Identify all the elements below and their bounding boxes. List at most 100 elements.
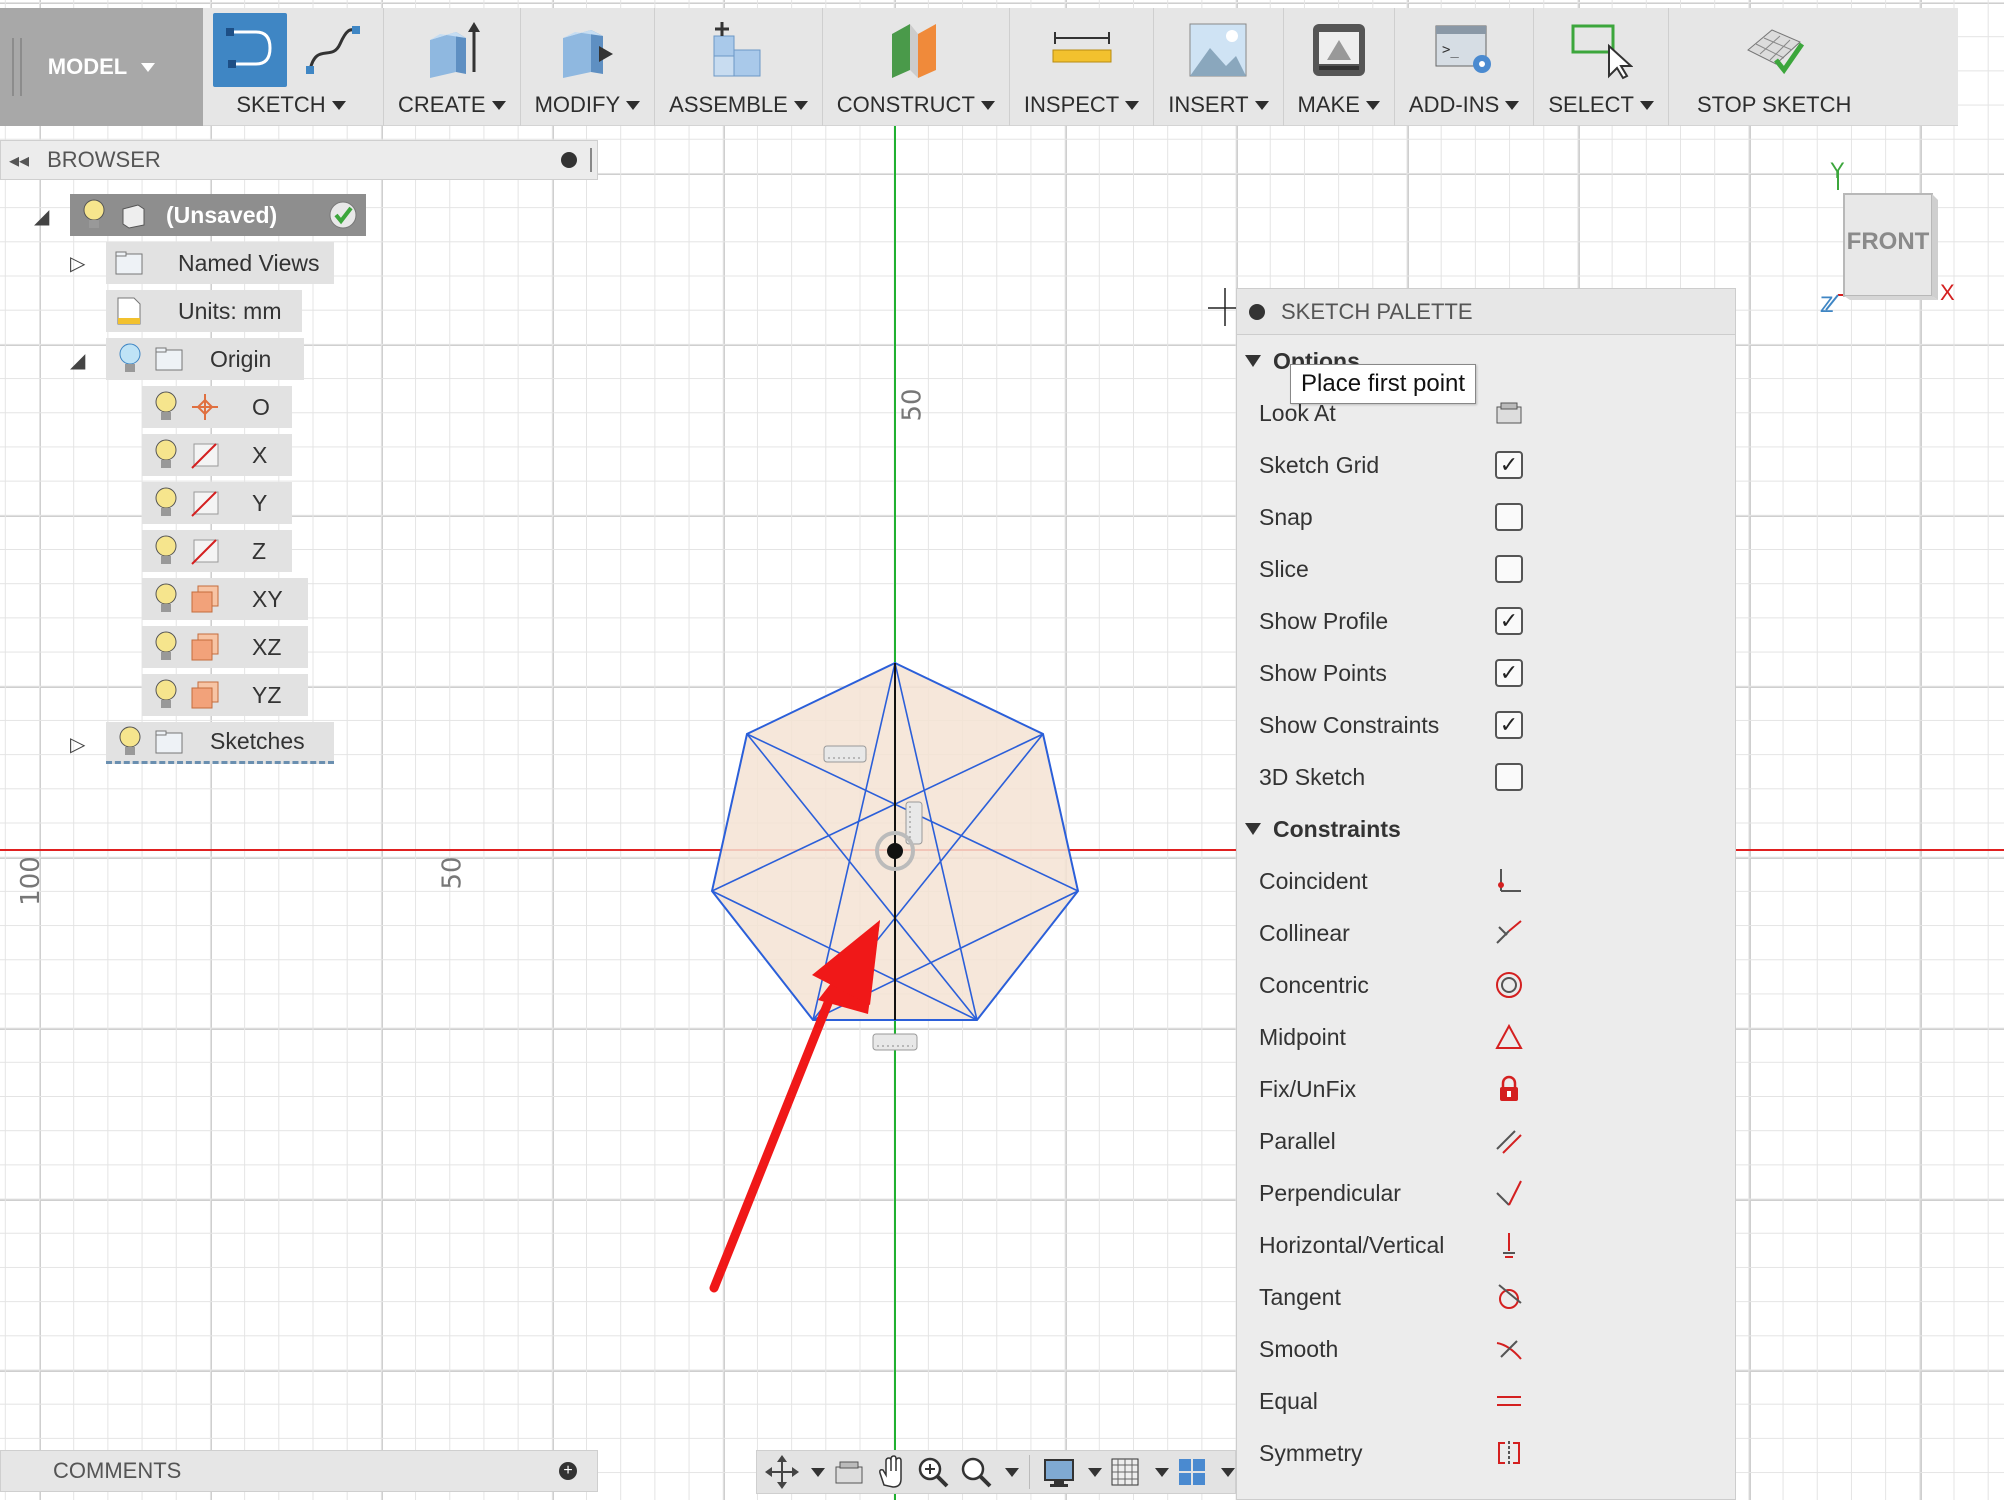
lock-icon[interactable] (1495, 1075, 1523, 1103)
midpoint-icon[interactable] (1495, 1023, 1523, 1051)
viewports-icon[interactable] (1173, 1453, 1211, 1491)
lightbulb-icon[interactable] (116, 725, 144, 759)
create-menu[interactable]: CREATE (384, 8, 521, 126)
constraint-equal[interactable]: Equal (1237, 1375, 1735, 1427)
expand-toggle-root[interactable]: ◢ (34, 204, 49, 229)
tree-item-sketches[interactable]: Sketches (106, 722, 334, 764)
look-at-icon[interactable] (1495, 399, 1523, 427)
expand-toggle-sketches[interactable]: ▷ (70, 732, 85, 757)
show-constraints-checkbox[interactable]: ✓ (1495, 711, 1523, 739)
tree-item-origin-point[interactable]: O (142, 386, 292, 428)
equal-icon[interactable] (1495, 1387, 1523, 1415)
lightbulb-icon[interactable] (152, 582, 180, 616)
constraint-coincident[interactable]: Coincident (1237, 855, 1735, 907)
comments-panel-header[interactable]: COMMENTS + (0, 1450, 598, 1492)
smooth-icon[interactable] (1495, 1335, 1523, 1363)
line-tool-icon[interactable] (213, 13, 287, 87)
chevron-down-icon[interactable] (1088, 1467, 1103, 1477)
add-ins-menu[interactable]: >_ ADD-INS (1395, 8, 1535, 126)
tree-item-y-axis[interactable]: Y (142, 482, 292, 524)
collapse-icon[interactable] (1249, 303, 1265, 320)
tree-item-named-views[interactable]: Named Views (106, 242, 334, 284)
horizontal-constraint-icon[interactable] (823, 745, 867, 763)
constraint-tangent[interactable]: Tangent (1237, 1271, 1735, 1323)
3d-sketch-checkbox[interactable] (1495, 763, 1523, 791)
parallel-icon[interactable] (1495, 1127, 1523, 1155)
collinear-icon[interactable] (1495, 919, 1523, 947)
option-slice[interactable]: Slice (1237, 543, 1735, 595)
option-3d-sketch[interactable]: 3D Sketch (1237, 751, 1735, 803)
pan-hand-icon[interactable] (872, 1453, 910, 1491)
option-show-constraints[interactable]: Show Constraints ✓ (1237, 699, 1735, 751)
constraint-perpendicular[interactable]: Perpendicular (1237, 1167, 1735, 1219)
constraint-parallel[interactable]: Parallel (1237, 1115, 1735, 1167)
add-comment-icon[interactable]: + (559, 1462, 577, 1480)
constraints-section-header[interactable]: Constraints (1237, 803, 1735, 855)
constraint-collinear[interactable]: Collinear (1237, 907, 1735, 959)
expand-toggle-named-views[interactable]: ▷ (70, 251, 85, 276)
sketch-grid-checkbox[interactable]: ✓ (1495, 451, 1523, 479)
palette-header[interactable]: SKETCH PALETTE (1237, 289, 1735, 335)
look-at-icon[interactable] (829, 1453, 867, 1491)
option-show-points[interactable]: Show Points ✓ (1237, 647, 1735, 699)
symmetry-icon[interactable] (1495, 1439, 1523, 1467)
zoom-window-icon[interactable] (914, 1453, 952, 1491)
expand-toggle-origin[interactable]: ◢ (70, 348, 85, 373)
tree-item-z-axis[interactable]: Z (142, 530, 292, 572)
workspace-switcher[interactable]: MODEL (0, 8, 203, 126)
select-menu[interactable]: SELECT (1534, 8, 1669, 126)
constraint-horizontal-vertical[interactable]: Horizontal/Vertical (1237, 1219, 1735, 1271)
option-sketch-grid[interactable]: Sketch Grid ✓ (1237, 439, 1735, 491)
stop-sketch-button[interactable]: STOP SKETCH (1669, 8, 1879, 126)
tree-item-yz-plane[interactable]: YZ (142, 674, 308, 716)
viewcube-face-front[interactable]: FRONT (1844, 228, 1932, 256)
perpendicular-icon[interactable] (1495, 1179, 1523, 1207)
horizontal-vertical-icon[interactable] (1495, 1231, 1523, 1259)
tangent-icon[interactable] (1495, 1283, 1523, 1311)
constraint-concentric[interactable]: Concentric (1237, 959, 1735, 1011)
chevron-down-icon[interactable] (811, 1467, 826, 1477)
option-snap[interactable]: Snap (1237, 491, 1735, 543)
make-menu[interactable]: MAKE (1284, 8, 1395, 126)
option-show-profile[interactable]: Show Profile ✓ (1237, 595, 1735, 647)
spline-tool-icon[interactable] (295, 13, 369, 87)
grid-settings-icon[interactable] (1106, 1453, 1144, 1491)
lightbulb-icon[interactable] (152, 534, 180, 568)
view-cube[interactable]: FRONT Y X Z (1820, 158, 1960, 320)
lightbulb-icon[interactable] (152, 438, 180, 472)
modify-menu[interactable]: MODIFY (521, 8, 656, 126)
browser-header[interactable]: ◂◂ BROWSER (0, 140, 598, 180)
display-settings-icon[interactable] (1040, 1453, 1078, 1491)
constraint-symmetry[interactable]: Symmetry (1237, 1427, 1735, 1479)
lightbulb-icon[interactable] (152, 390, 180, 424)
concentric-icon[interactable] (1495, 971, 1523, 999)
inspect-menu[interactable]: INSPECT (1010, 8, 1155, 126)
insert-menu[interactable]: INSERT (1154, 8, 1284, 126)
assemble-menu[interactable]: ASSEMBLE (655, 8, 823, 126)
chevron-down-icon[interactable] (1154, 1467, 1169, 1477)
chevron-down-icon[interactable] (1221, 1467, 1236, 1477)
collapse-panel-icon[interactable]: ◂◂ (9, 148, 29, 173)
tree-item-x-axis[interactable]: X (142, 434, 292, 476)
snap-checkbox[interactable] (1495, 503, 1523, 531)
tree-item-xz-plane[interactable]: XZ (142, 626, 308, 668)
coincident-icon[interactable] (1495, 867, 1523, 895)
lightbulb-icon[interactable] (80, 198, 108, 232)
show-points-checkbox[interactable]: ✓ (1495, 659, 1523, 687)
constraint-smooth[interactable]: Smooth (1237, 1323, 1735, 1375)
tree-item-origin[interactable]: Origin (106, 338, 304, 380)
chevron-down-icon[interactable] (1004, 1467, 1019, 1477)
panel-pin-icon[interactable] (561, 152, 577, 168)
tree-item-xy-plane[interactable]: XY (142, 578, 308, 620)
horizontal-constraint-icon-bottom[interactable] (872, 1033, 918, 1051)
constraint-midpoint[interactable]: Midpoint (1237, 1011, 1735, 1063)
lightbulb-icon[interactable] (152, 486, 180, 520)
orbit-icon[interactable] (763, 1453, 801, 1491)
lightbulb-icon[interactable] (152, 678, 180, 712)
tree-item-unsaved[interactable]: (Unsaved) (70, 194, 366, 236)
zoom-icon[interactable] (957, 1453, 995, 1491)
slice-checkbox[interactable] (1495, 555, 1523, 583)
constraint-fix-unfix[interactable]: Fix/UnFix (1237, 1063, 1735, 1115)
lightbulb-icon[interactable] (152, 630, 180, 664)
lightbulb-icon[interactable] (116, 342, 144, 376)
